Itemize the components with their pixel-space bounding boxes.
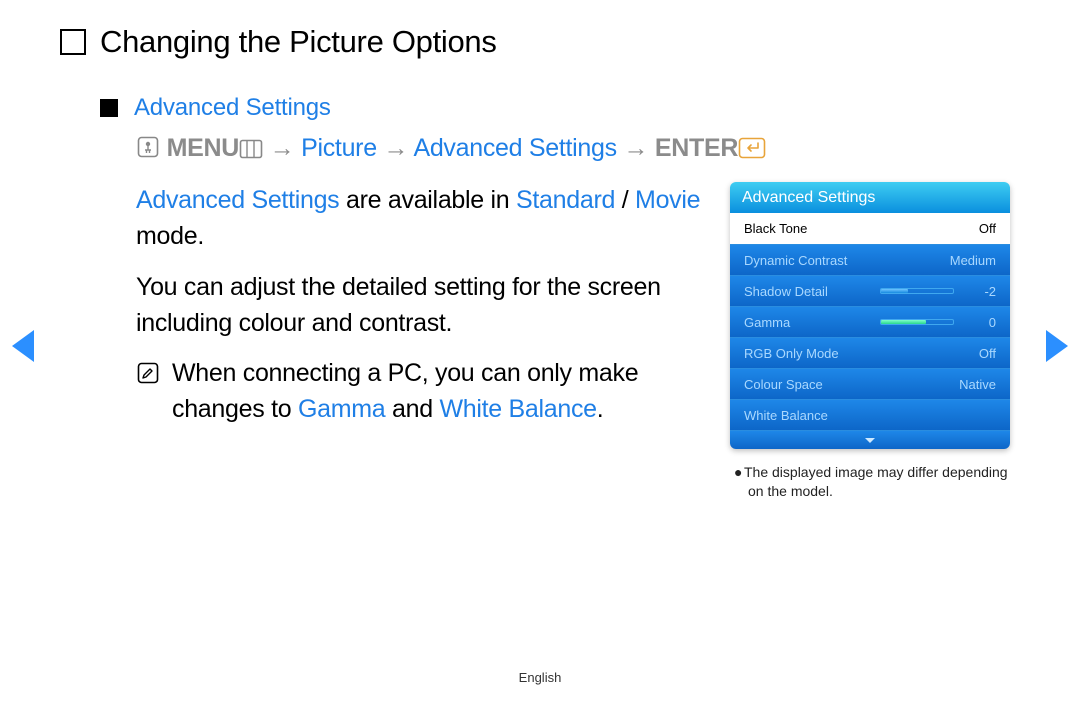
bullet-icon: ● — [734, 463, 744, 482]
note-pencil-icon — [136, 359, 160, 442]
panel-disclaimer: ●The displayed image may differ dependin… — [730, 463, 1020, 501]
p1-mid: are available in — [339, 186, 516, 214]
note-white-balance: White Balance — [439, 395, 596, 423]
panel-slider-track[interactable] — [880, 319, 954, 325]
panel-header: Advanced Settings — [730, 182, 1010, 213]
panel-scroll-down[interactable] — [730, 430, 1010, 449]
menu-label: MENU — [167, 134, 239, 162]
section-marker-icon — [100, 99, 118, 117]
panel-slider-track[interactable] — [880, 288, 954, 294]
p1-tail: mode. — [136, 222, 204, 250]
bookmark-square-icon — [60, 29, 86, 55]
note-text: When connecting a PC, you can only make … — [172, 355, 706, 428]
paragraph-modes: Advanced Settings are available in Stand… — [136, 182, 706, 255]
language-label: English — [0, 670, 1080, 685]
panel-row-value: Off — [960, 346, 996, 361]
note-tail: . — [597, 395, 604, 423]
note-row: When connecting a PC, you can only make … — [136, 355, 706, 442]
panel-row-value: Medium — [950, 253, 996, 268]
panel-row-label: White Balance — [744, 408, 828, 423]
p1-slash: / — [615, 186, 635, 214]
nav-step-picture: Picture — [301, 134, 377, 162]
enter-icon — [738, 137, 766, 166]
tool-icon — [136, 135, 160, 166]
section-heading: Advanced Settings — [100, 94, 1020, 122]
panel-row-right: Medium — [950, 253, 996, 268]
panel-row[interactable]: Dynamic Contrast Medium — [730, 244, 1010, 275]
panel-row-right: Native — [959, 377, 996, 392]
page-title: Changing the Picture Options — [100, 24, 497, 60]
menu-icon — [239, 137, 263, 166]
menu-navigation-path: MENU → Picture → Advanced Settings → ENT… — [100, 134, 1020, 166]
note-gamma: Gamma — [298, 395, 385, 423]
enter-label: ENTER — [655, 134, 738, 162]
p1-movie: Movie — [635, 186, 700, 214]
panel-row[interactable]: Shadow Detail -2 — [730, 275, 1010, 306]
panel-slider-fill — [881, 289, 908, 293]
panel-row-value: -2 — [960, 284, 996, 299]
panel-row-right: 0 — [880, 315, 996, 330]
section-heading-label: Advanced Settings — [134, 94, 331, 122]
page-prev-arrow[interactable] — [12, 330, 34, 362]
panel-row[interactable]: RGB Only Mode Off — [730, 337, 1010, 368]
panel-row[interactable]: White Balance — [730, 399, 1010, 430]
panel-row-label: Shadow Detail — [744, 284, 828, 299]
panel-row[interactable]: Black Tone Off — [730, 213, 1010, 244]
panel-row[interactable]: Colour Space Native — [730, 368, 1010, 399]
panel-row-label: Colour Space — [744, 377, 823, 392]
panel-row-value: 0 — [960, 315, 996, 330]
nav-arrow-3: → — [623, 134, 648, 162]
panel-slider-fill — [881, 320, 926, 324]
panel-row-value: Off — [960, 221, 996, 236]
panel-row-label: Gamma — [744, 315, 790, 330]
nav-step-advanced: Advanced Settings — [413, 134, 616, 162]
p1-adv-settings: Advanced Settings — [136, 186, 339, 214]
panel-row[interactable]: Gamma 0 — [730, 306, 1010, 337]
panel-row-label: Black Tone — [744, 221, 807, 236]
paragraph-adjust: You can adjust the detailed setting for … — [136, 269, 706, 342]
nav-arrow-2: → — [383, 134, 408, 162]
advanced-settings-panel: Advanced Settings Black Tone Off Dynamic C… — [730, 182, 1010, 449]
panel-row-right: -2 — [880, 284, 996, 299]
panel-row-label: Dynamic Contrast — [744, 253, 847, 268]
nav-arrow-1: → — [270, 134, 295, 162]
chevron-down-icon — [865, 438, 875, 443]
page-title-row: Changing the Picture Options — [60, 24, 1020, 60]
panel-row-right: Off — [960, 346, 996, 361]
panel-row-right: Off — [960, 221, 996, 236]
body-text: Advanced Settings are available in Stand… — [136, 182, 706, 442]
disclaimer-text: The displayed image may differ depending… — [744, 464, 1008, 499]
note-and: and — [385, 395, 439, 423]
panel-row-label: RGB Only Mode — [744, 346, 839, 361]
panel-row-value: Native — [959, 377, 996, 392]
p1-standard: Standard — [516, 186, 615, 214]
page-next-arrow[interactable] — [1046, 330, 1068, 362]
